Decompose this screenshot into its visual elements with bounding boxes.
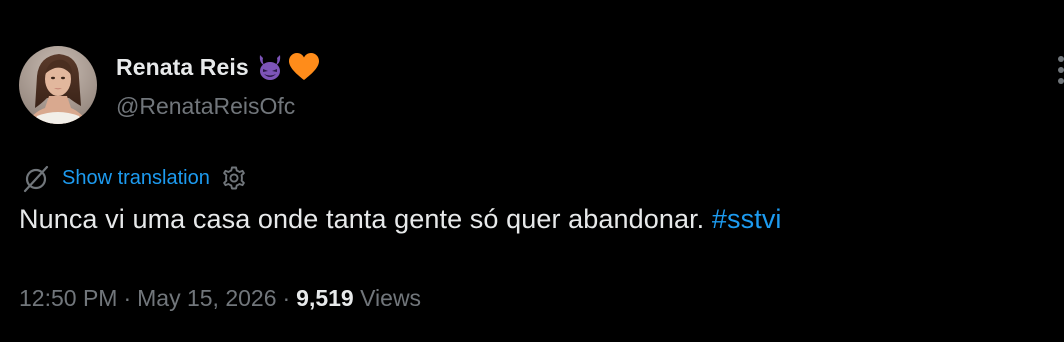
show-translation-link[interactable]: Show translation: [62, 167, 210, 190]
author-name-row: Renata Reis: [116, 50, 320, 84]
more-options-icon-dot[interactable]: [1058, 67, 1064, 73]
tweet: Renata Reis @RenataReisOfc Show translat…: [0, 0, 1064, 342]
meta-separator: ·: [123, 285, 132, 311]
author-handle[interactable]: @RenataReisOfc: [116, 93, 295, 120]
smiling-devil-icon: [257, 52, 283, 82]
avatar[interactable]: [19, 46, 97, 124]
tweet-text: Nunca vi uma casa onde tanta gente só qu…: [19, 204, 782, 235]
views-count: 9,519: [296, 285, 354, 311]
orange-heart-icon: [288, 52, 320, 82]
author-display-name[interactable]: Renata Reis: [116, 54, 249, 81]
settings-gear-icon[interactable]: [220, 164, 248, 192]
tweet-time[interactable]: 12:50 PM: [19, 285, 117, 311]
meta-separator: ·: [282, 285, 291, 311]
tweet-meta: 12:50 PM · May 15, 2026 · 9,519 Views: [19, 285, 421, 312]
hashtag-link[interactable]: #sstvi: [712, 204, 782, 234]
avatar-photo: [19, 46, 97, 124]
tweet-date[interactable]: May 15, 2026: [137, 285, 276, 311]
translate-icon: [20, 162, 52, 194]
translation-row: Show translation: [20, 162, 248, 194]
more-options-icon-dot[interactable]: [1058, 78, 1064, 84]
views-label: Views: [360, 285, 422, 311]
more-options-icon[interactable]: [1058, 56, 1064, 62]
tweet-body: Nunca vi uma casa onde tanta gente só qu…: [19, 204, 705, 234]
